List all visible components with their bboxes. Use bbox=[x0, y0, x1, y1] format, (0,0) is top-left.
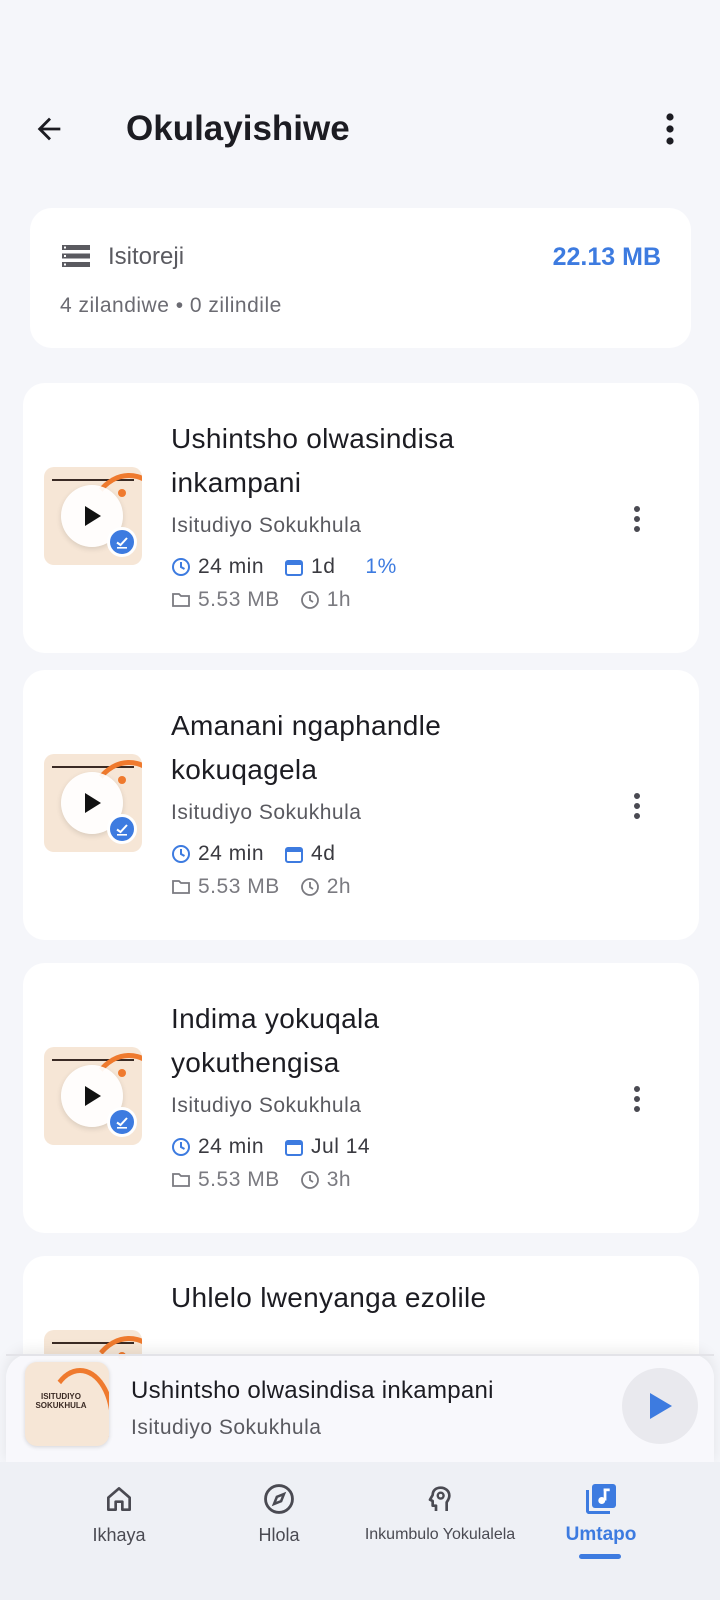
storage-icon bbox=[62, 245, 90, 267]
nav-item-library[interactable]: Umtapo bbox=[516, 1480, 686, 1550]
episode-age: Jul 14 bbox=[311, 1135, 371, 1158]
folder-icon bbox=[172, 880, 190, 894]
library-music-icon bbox=[586, 1484, 616, 1514]
home-icon bbox=[107, 1487, 131, 1511]
episode-duration: 24 min bbox=[198, 1135, 265, 1158]
episode-author: Isitudiyo Sokukhula bbox=[171, 801, 362, 824]
episode-card[interactable]: Amanani ngaphandle kokuqagela Isitudiyo … bbox=[23, 670, 699, 940]
episode-file-meta: 5.53 MB 2h bbox=[171, 873, 371, 901]
bottom-navigation: Ikhaya Hlola Inkumbulo Yokulalela Umtapo bbox=[0, 1462, 720, 1600]
storage-summary: 4 zilandiwe • 0 zilindile bbox=[60, 294, 282, 317]
folder-icon bbox=[172, 1173, 190, 1187]
episode-duration: 24 min bbox=[198, 842, 265, 865]
episode-card[interactable]: Indima yokuqala yokuthengisa Isitudiyo S… bbox=[23, 963, 699, 1233]
episode-more-button[interactable] bbox=[625, 1079, 649, 1119]
episode-downloaded-ago: 1h bbox=[326, 588, 352, 611]
play-icon bbox=[85, 1086, 101, 1106]
download-done-icon bbox=[116, 1117, 128, 1129]
download-done-icon bbox=[116, 537, 128, 549]
mini-player-artwork[interactable]: ISITUDIYO SOKUKHULA bbox=[25, 1362, 109, 1446]
more-options-button[interactable] bbox=[650, 106, 690, 152]
episode-meta: 24 min 1d 1% bbox=[171, 553, 417, 581]
episode-author: Isitudiyo Sokukhula bbox=[171, 1094, 362, 1117]
downloaded-badge bbox=[107, 527, 137, 557]
storage-card: Isitoreji 22.13 MB 4 zilandiwe • 0 zilin… bbox=[30, 208, 691, 348]
nav-label: Hlola bbox=[258, 1525, 300, 1545]
nav-item-explore[interactable]: Hlola bbox=[194, 1480, 364, 1550]
play-icon bbox=[85, 793, 101, 813]
episode-age: 4d bbox=[311, 842, 336, 865]
episode-title: Indima yokuqala yokuthengisa bbox=[171, 1003, 380, 1078]
episode-meta: 24 min Jul 14 bbox=[171, 1133, 390, 1161]
nav-label: Umtapo bbox=[565, 1524, 637, 1545]
episode-size: 5.53 MB bbox=[198, 875, 280, 898]
episode-file-meta: 5.53 MB 1h bbox=[171, 586, 371, 614]
storage-total: 22.13 MB bbox=[552, 243, 661, 271]
episode-duration: 24 min bbox=[198, 555, 265, 578]
more-vert-icon bbox=[634, 793, 640, 819]
downloaded-badge bbox=[107, 814, 137, 844]
play-icon bbox=[85, 506, 101, 526]
play-icon bbox=[650, 1393, 672, 1419]
episode-size: 5.53 MB bbox=[198, 1168, 280, 1191]
compass-icon bbox=[264, 1484, 294, 1514]
time-icon bbox=[300, 1171, 319, 1189]
nav-label: Ikhaya bbox=[92, 1525, 146, 1545]
time-icon bbox=[300, 878, 319, 896]
time-icon bbox=[300, 591, 319, 609]
app-header: Okulayishiwe bbox=[0, 88, 720, 168]
mini-player-title: Ushintsho olwasindisa inkampani bbox=[131, 1377, 494, 1404]
more-vert-icon bbox=[634, 506, 640, 532]
more-vert-icon bbox=[666, 113, 674, 145]
storage-label: Isitoreji bbox=[108, 243, 185, 270]
nav-item-home[interactable]: Ikhaya bbox=[34, 1480, 204, 1550]
episode-author: Isitudiyo Sokukhula bbox=[171, 514, 362, 537]
episode-size: 5.53 MB bbox=[198, 588, 280, 611]
mini-player-author: Isitudiyo Sokukhula bbox=[131, 1416, 322, 1439]
mini-player-play-button[interactable] bbox=[622, 1368, 698, 1444]
nav-item-listening-memory[interactable]: Inkumbulo Yokulalela bbox=[355, 1480, 525, 1550]
episode-more-button[interactable] bbox=[625, 786, 649, 826]
downloaded-badge bbox=[107, 1107, 137, 1137]
artwork-text: ISITUDIYO SOKUKHULA bbox=[35, 1392, 87, 1410]
episode-title: Ushintsho olwasindisa inkampani bbox=[171, 423, 455, 498]
active-tab-indicator bbox=[579, 1554, 621, 1559]
more-vert-icon bbox=[634, 1086, 640, 1112]
episode-title: Amanani ngaphandle kokuqagela bbox=[171, 710, 442, 785]
episode-downloaded-ago: 2h bbox=[326, 875, 352, 898]
calendar-icon bbox=[285, 1140, 304, 1156]
arrow-back-icon bbox=[37, 117, 61, 141]
episode-meta: 24 min 4d bbox=[171, 840, 355, 868]
episode-progress: 1% bbox=[365, 555, 397, 578]
calendar-icon bbox=[285, 560, 304, 576]
episode-title: Uhlelo lwenyanga ezolile bbox=[171, 1282, 487, 1313]
calendar-icon bbox=[285, 847, 304, 863]
episode-downloaded-ago: 3h bbox=[326, 1168, 352, 1191]
back-button[interactable] bbox=[26, 106, 72, 152]
clock-icon bbox=[172, 845, 190, 863]
clock-icon bbox=[172, 558, 190, 576]
brain-icon bbox=[428, 1486, 451, 1511]
episode-card[interactable]: Ushintsho olwasindisa inkampani Isitudiy… bbox=[23, 383, 699, 653]
download-done-icon bbox=[116, 824, 128, 836]
folder-icon bbox=[172, 593, 190, 607]
mini-player[interactable]: ISITUDIYO SOKUKHULA Ushintsho olwasindis… bbox=[6, 1354, 714, 1464]
page-title: Okulayishiwe bbox=[126, 109, 350, 148]
nav-label: Inkumbulo Yokulalela bbox=[364, 1526, 516, 1543]
episode-file-meta: 5.53 MB 3h bbox=[171, 1166, 371, 1194]
episode-more-button[interactable] bbox=[625, 499, 649, 539]
episode-age: 1d bbox=[311, 555, 336, 578]
clock-icon bbox=[172, 1138, 190, 1156]
